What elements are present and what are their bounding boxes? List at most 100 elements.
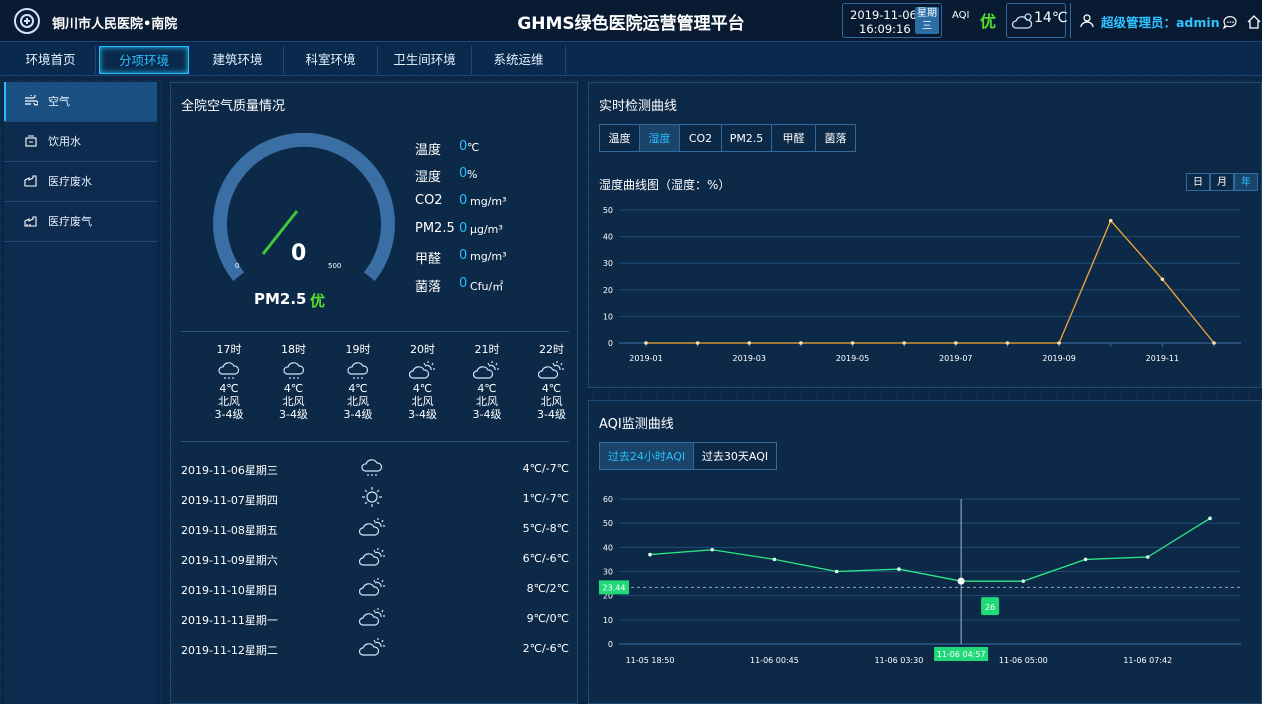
- sidebar-item-water[interactable]: 饮用水: [4, 122, 157, 162]
- user-icon[interactable]: [1080, 14, 1094, 28]
- y-tick-label: 10: [603, 616, 613, 625]
- x-axis-pointer-label: 11-06 04:57: [937, 650, 986, 659]
- home-icon[interactable]: [1246, 14, 1262, 30]
- admin-user-label[interactable]: 超级管理员：admin: [1101, 12, 1220, 31]
- hour-wind-level: 3-4级: [472, 408, 502, 421]
- data-point: [957, 577, 965, 585]
- y-tick-label: 0: [608, 339, 613, 348]
- hour-wind: 北风: [347, 395, 369, 408]
- metric-unit: Cfu/㎡: [470, 280, 504, 293]
- partly-cloudy-icon: [358, 518, 385, 536]
- daily-date: 2019-11-10星期日: [181, 584, 278, 597]
- sidebar-item-label: 空气: [48, 95, 70, 108]
- hourly-item: 18时 4℃ 北风 3-4级: [269, 343, 319, 421]
- chart-subtitle: 湿度曲线图（湿度：%）: [599, 178, 731, 192]
- weather-box: 14℃: [1006, 3, 1068, 38]
- metric-button-pm25[interactable]: PM2.5: [721, 124, 772, 152]
- sidebar-item-waste-gas[interactable]: 医疗废气: [4, 202, 157, 242]
- daily-date: 2019-11-11星期一: [181, 614, 278, 627]
- hour-wind-level: 3-4级: [343, 408, 373, 421]
- daily-range: 9℃/0℃: [526, 612, 569, 625]
- x-tick-label: 2019-01: [629, 354, 662, 363]
- metric-button-temperature[interactable]: 温度: [599, 124, 640, 152]
- metric-button-co2[interactable]: CO2: [679, 124, 722, 152]
- x-tick-label: 11-06 07:42: [1123, 656, 1172, 665]
- wind-icon: [25, 95, 38, 106]
- hospital-logo-icon: [14, 8, 40, 34]
- daily-row: 2019-11-08星期五 5℃/-8℃: [181, 514, 569, 544]
- aqi-title: AQI监测曲线: [599, 417, 674, 432]
- daily-row: 2019-11-06星期三 4℃/-7℃: [181, 454, 569, 484]
- x-tick-label: 2019-03: [733, 354, 766, 363]
- data-point: [1212, 341, 1216, 345]
- hour-label: 22时: [539, 343, 564, 356]
- metric-button-formaldehyde[interactable]: 甲醛: [771, 124, 816, 152]
- period-switch: 日 月 年: [1186, 173, 1258, 191]
- metric-unit: ℃: [467, 141, 480, 154]
- hourly-item: 19时 4℃ 北风 3-4级: [333, 343, 383, 421]
- user-area: 超级管理员：admin: [1070, 3, 1262, 38]
- period-day-button[interactable]: 日: [1186, 173, 1210, 191]
- hospital-name: 铜川市人民医院•南院: [52, 17, 178, 32]
- daily-range: 4℃/-7℃: [522, 462, 569, 475]
- period-month-button[interactable]: 月: [1210, 173, 1234, 191]
- hour-wind: 北风: [476, 395, 498, 408]
- data-point: [902, 341, 906, 345]
- partly-cloudy-icon: [358, 578, 385, 596]
- sidebar-item-air[interactable]: 空气: [4, 82, 157, 122]
- aqi-24h-button[interactable]: 过去24小时AQI: [599, 442, 694, 470]
- data-point: [799, 341, 803, 345]
- metric-value: 0: [459, 193, 468, 208]
- period-year-button[interactable]: 年: [1234, 173, 1258, 191]
- daily-row: 2019-11-12星期二 2℃/-6℃: [181, 634, 569, 664]
- data-point: [644, 341, 648, 345]
- metric-button-humidity[interactable]: 湿度: [639, 124, 680, 152]
- hour-label: 17时: [216, 343, 242, 356]
- sidebar-item-label: 医疗废气: [48, 215, 92, 228]
- sidebar-item-label: 医疗废水: [48, 175, 92, 188]
- water-dispenser-icon: [25, 135, 37, 147]
- hour-temp: 4℃: [283, 382, 304, 395]
- metric-label: 甲醛: [415, 252, 442, 267]
- current-time: 16:09:16: [859, 22, 911, 36]
- tab-sub-environment[interactable]: 分项环境: [99, 46, 189, 74]
- gauge-label: PM2.5: [254, 290, 307, 308]
- pm25-gauge: 0 0 500: [213, 132, 395, 281]
- message-icon[interactable]: [1222, 14, 1238, 30]
- hourly-item: 21时 4℃ 北风 3-4级: [462, 343, 512, 421]
- metric-label: CO2: [415, 193, 443, 208]
- sidebar-item-waste-water[interactable]: 医疗废水: [4, 162, 157, 202]
- tab-system-ops[interactable]: 系统运维: [472, 46, 566, 74]
- partly-cloudy-icon: [358, 548, 385, 566]
- tab-building-environment[interactable]: 建筑环境: [192, 46, 284, 74]
- tab-restroom-environment[interactable]: 卫生间环境: [378, 46, 472, 74]
- gauge-max: 500: [328, 262, 341, 270]
- daily-range: 2℃/-6℃: [522, 642, 569, 655]
- y-tick-label: 40: [603, 543, 613, 552]
- hour-wind: 北风: [218, 395, 240, 408]
- hour-wind: 北风: [411, 395, 434, 408]
- data-point: [1208, 516, 1212, 521]
- aqi-30d-button[interactable]: 过去30天AQI: [693, 442, 777, 470]
- daily-range: 5℃/-8℃: [522, 522, 569, 535]
- data-point: [1145, 555, 1150, 559]
- aqi-level: 优: [980, 12, 997, 31]
- data-point: [772, 557, 777, 562]
- metric-button-bacteria[interactable]: 菌落: [815, 124, 856, 152]
- data-point: [747, 341, 752, 345]
- hour-wind-level: 3-4级: [537, 408, 566, 421]
- gauge-min: 0: [235, 262, 239, 270]
- tab-department-environment[interactable]: 科室环境: [284, 46, 378, 74]
- divider: [181, 331, 569, 332]
- data-point: [1021, 579, 1026, 583]
- x-tick-label: 2019-07: [939, 354, 972, 363]
- y-tick-label: 60: [603, 495, 613, 504]
- tab-home[interactable]: 环境首页: [6, 46, 96, 74]
- divider: [181, 441, 569, 442]
- hour-wind-level: 3-4级: [214, 408, 244, 421]
- sun-icon: [362, 487, 382, 507]
- current-date: 2019-11-06: [850, 8, 917, 22]
- y-tick-label: 30: [603, 259, 613, 268]
- hour-temp: 4℃: [477, 382, 497, 395]
- daily-row: 2019-11-09星期六 6℃/-6℃: [181, 544, 569, 574]
